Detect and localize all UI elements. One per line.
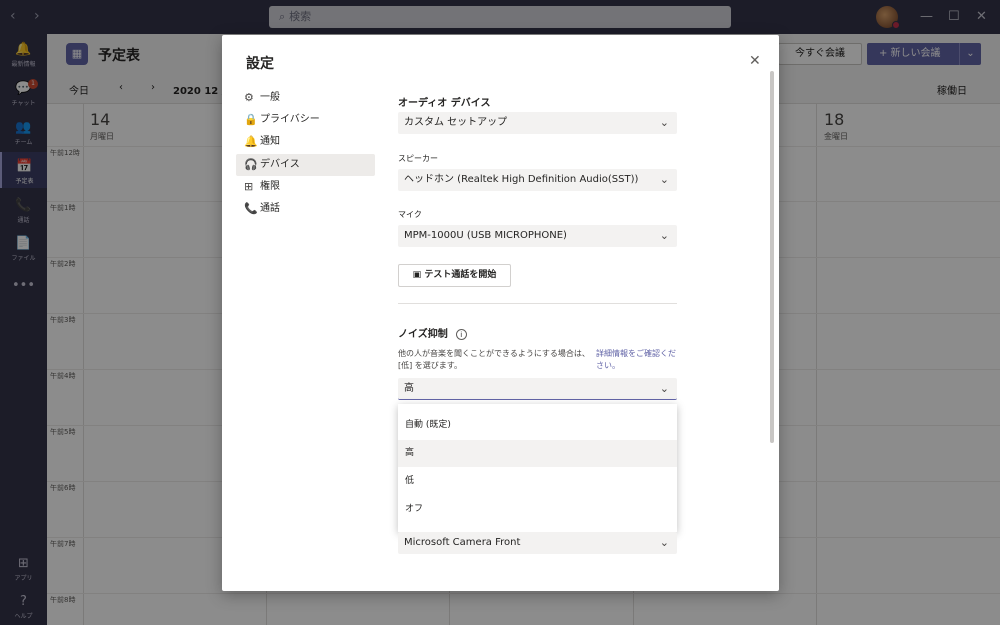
dialog-scrollbar[interactable] bbox=[770, 71, 774, 443]
nav-label: 通話 bbox=[260, 203, 280, 214]
apps-icon: ⊞ bbox=[244, 180, 254, 193]
lock-icon: 🔒 bbox=[244, 113, 258, 126]
option-low[interactable]: 低 bbox=[398, 468, 677, 495]
divider bbox=[398, 303, 677, 304]
test-call-label: テスト通話を開始 bbox=[424, 270, 497, 280]
nav-label: プライバシー bbox=[260, 114, 320, 125]
bell-icon: 🔔 bbox=[244, 135, 258, 148]
gear-icon: ⚙ bbox=[244, 91, 254, 104]
speaker-value: ヘッドホン (Realtek High Definition Audio(SST… bbox=[404, 174, 639, 185]
learn-more-link[interactable]: 詳細情報をご確認ください。 bbox=[596, 348, 680, 372]
noise-suppression-heading: ノイズ抑制 i bbox=[398, 325, 467, 340]
nav-label: 権限 bbox=[260, 181, 280, 192]
audio-device-value: カスタム セットアップ bbox=[404, 117, 508, 128]
camera-select[interactable]: Microsoft Camera Front ⌄ bbox=[398, 532, 677, 554]
test-call-icon: ▣ bbox=[412, 270, 425, 280]
audio-device-label: オーディオ デバイス bbox=[398, 98, 491, 109]
mic-select[interactable]: MPM-1000U (USB MICROPHONE) ⌄ bbox=[398, 225, 677, 247]
mic-label: マイク bbox=[398, 210, 422, 219]
close-icon[interactable]: ✕ bbox=[749, 53, 761, 69]
noise-suppression-select[interactable]: 高 ⌄ bbox=[398, 378, 677, 400]
noise-value: 高 bbox=[404, 383, 414, 394]
chevron-down-icon: ⌄ bbox=[659, 382, 669, 395]
speaker-select[interactable]: ヘッドホン (Realtek High Definition Audio(SST… bbox=[398, 169, 677, 191]
noise-description: 他の人が音楽を聞くことができるようにする場合は、[低] を選びます。 bbox=[398, 349, 590, 370]
dialog-title: 設定 bbox=[246, 56, 274, 72]
chevron-down-icon: ⌄ bbox=[659, 173, 669, 186]
nav-label: 一般 bbox=[260, 92, 280, 103]
audio-device-select[interactable]: カスタム セットアップ ⌄ bbox=[398, 112, 677, 134]
test-call-button[interactable]: ▣ テスト通話を開始 bbox=[398, 264, 511, 287]
noise-suppression-dropdown: 自動 (既定) 高 低 オフ bbox=[398, 404, 677, 532]
option-auto[interactable]: 自動 (既定) bbox=[398, 412, 677, 439]
nav-item-calls[interactable]: 📞 通話 bbox=[236, 198, 375, 220]
settings-dialog: 設定 ✕ ⚙ 一般 🔒 プライバシー 🔔 通知 🎧 デバイス ⊞ 権限 📞 通話… bbox=[222, 35, 779, 591]
phone-icon: 📞 bbox=[244, 202, 258, 215]
nav-item-notifications[interactable]: 🔔 通知 bbox=[236, 131, 375, 153]
mic-value: MPM-1000U (USB MICROPHONE) bbox=[404, 230, 567, 241]
nav-label: デバイス bbox=[260, 159, 300, 170]
speaker-label: スピーカー bbox=[398, 154, 438, 163]
chevron-down-icon: ⌄ bbox=[659, 116, 669, 129]
nav-label: 通知 bbox=[260, 136, 280, 147]
chevron-down-icon: ⌄ bbox=[659, 536, 669, 549]
option-high[interactable]: 高 bbox=[398, 440, 677, 467]
camera-value: Microsoft Camera Front bbox=[404, 537, 521, 548]
noise-label: ノイズ抑制 bbox=[398, 329, 448, 340]
nav-item-devices[interactable]: 🎧 デバイス bbox=[236, 154, 375, 176]
nav-item-privacy[interactable]: 🔒 プライバシー bbox=[236, 109, 375, 131]
info-icon[interactable]: i bbox=[455, 329, 467, 340]
headset-icon: 🎧 bbox=[244, 158, 258, 171]
nav-item-permissions[interactable]: ⊞ 権限 bbox=[236, 176, 375, 198]
chevron-down-icon: ⌄ bbox=[659, 229, 669, 242]
nav-item-general[interactable]: ⚙ 一般 bbox=[236, 87, 375, 109]
option-off[interactable]: オフ bbox=[398, 496, 677, 523]
